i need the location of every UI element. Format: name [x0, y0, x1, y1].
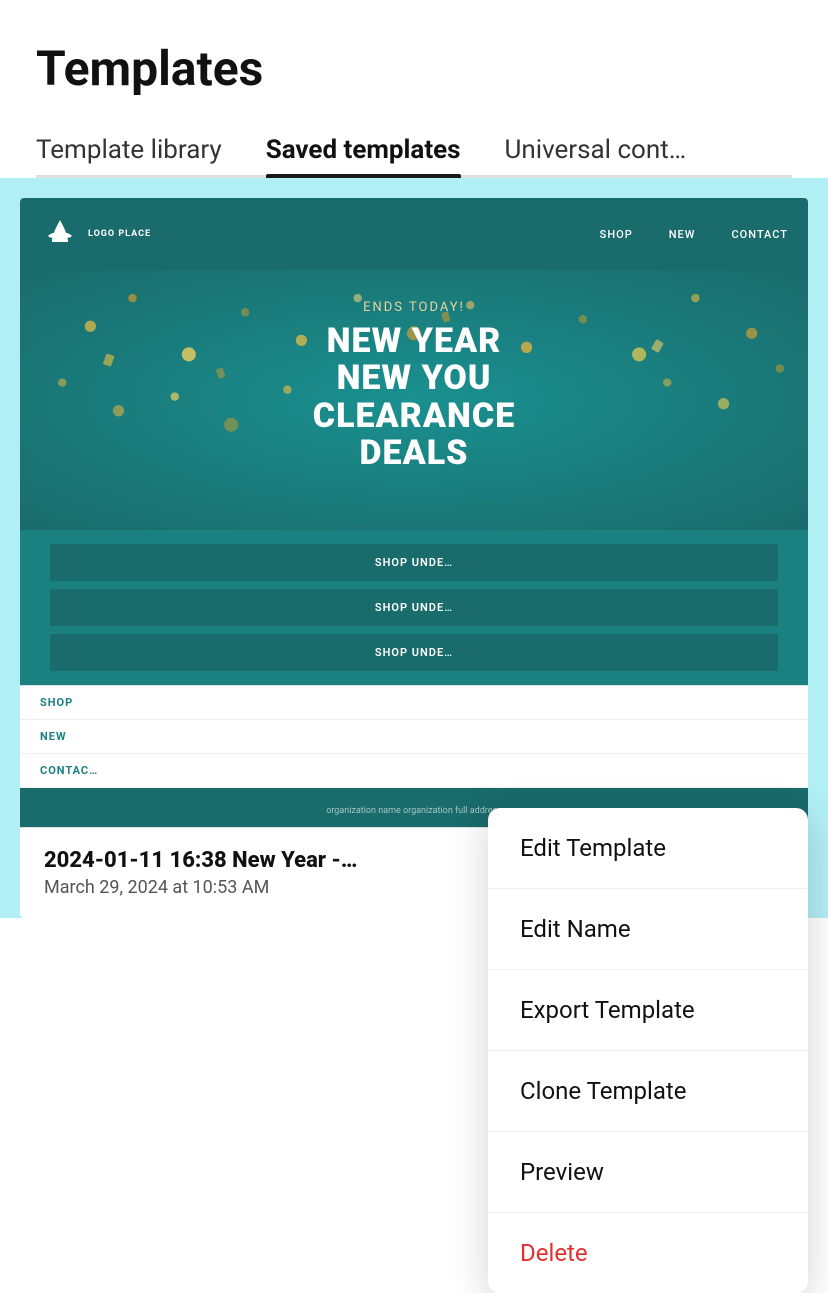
cta-btn-1: SHOP UNDE… [50, 544, 778, 581]
footer-link-row-1: SHOP [20, 686, 808, 720]
hero-title: NEW YEAR NEW YOU CLEARANCE DEALS [40, 323, 788, 473]
email-preview: LOGO PLACE SHOP NEW CONTACT [20, 198, 808, 827]
email-footer-links: SHOP NEW CONTAC… organization name organ… [20, 685, 808, 827]
context-menu-edit-name[interactable]: Edit Name [488, 889, 808, 970]
tabs-nav: Template library Saved templates Univers… [36, 125, 792, 178]
footer-link-contact: CONTAC… [40, 764, 98, 777]
tab-template-library[interactable]: Template library [36, 125, 222, 175]
footer-link-row-3: CONTAC… [20, 754, 808, 788]
email-header: LOGO PLACE SHOP NEW CONTACT [20, 198, 808, 270]
page-title: Templates [36, 40, 792, 97]
context-menu-edit-template[interactable]: Edit Template [488, 808, 808, 889]
footer-address-text: organization name organization full addr… [326, 806, 502, 816]
cta-btn-2: SHOP UNDE… [50, 589, 778, 626]
cta-buttons-section: SHOP UNDE… SHOP UNDE… SHOP UNDE… [20, 530, 808, 685]
tab-saved-templates[interactable]: Saved templates [266, 125, 461, 175]
logo-text: LOGO PLACE [88, 229, 151, 240]
card-date: March 29, 2024 at 10:53 AM [44, 877, 357, 898]
tab-universal-content[interactable]: Universal cont… [505, 125, 687, 175]
logo-area: LOGO PLACE [40, 214, 151, 254]
logo-icon [40, 214, 80, 254]
footer-link-row-2: NEW [20, 720, 808, 754]
cta-btn-3: SHOP UNDE… [50, 634, 778, 671]
nav-link-contact: CONTACT [731, 228, 788, 241]
main-content: LOGO PLACE SHOP NEW CONTACT [0, 178, 828, 918]
context-menu-export-template[interactable]: Export Template [488, 970, 808, 1051]
template-card-wrapper: LOGO PLACE SHOP NEW CONTACT [0, 178, 828, 918]
hero-section: ENDS TODAY! NEW YEAR NEW YOU CLEARANCE D… [20, 270, 808, 530]
email-nav-links: SHOP NEW CONTACT [600, 228, 788, 241]
context-menu-preview[interactable]: Preview [488, 1132, 808, 1213]
nav-link-new: NEW [669, 228, 696, 241]
nav-link-shop: SHOP [600, 228, 633, 241]
hero-subtitle: ENDS TODAY! [40, 300, 788, 315]
footer-link-new: NEW [40, 730, 67, 743]
context-menu-clone-template[interactable]: Clone Template [488, 1051, 808, 1132]
page-header: Templates Template library Saved templat… [0, 0, 828, 178]
card-text: 2024-01-11 16:38 New Year -… March 29, 2… [44, 848, 357, 898]
context-menu-delete[interactable]: Delete [488, 1213, 808, 1293]
card-title: 2024-01-11 16:38 New Year -… [44, 848, 357, 873]
footer-link-shop: SHOP [40, 696, 73, 709]
context-menu: Edit Template Edit Name Export Template … [488, 808, 808, 1293]
